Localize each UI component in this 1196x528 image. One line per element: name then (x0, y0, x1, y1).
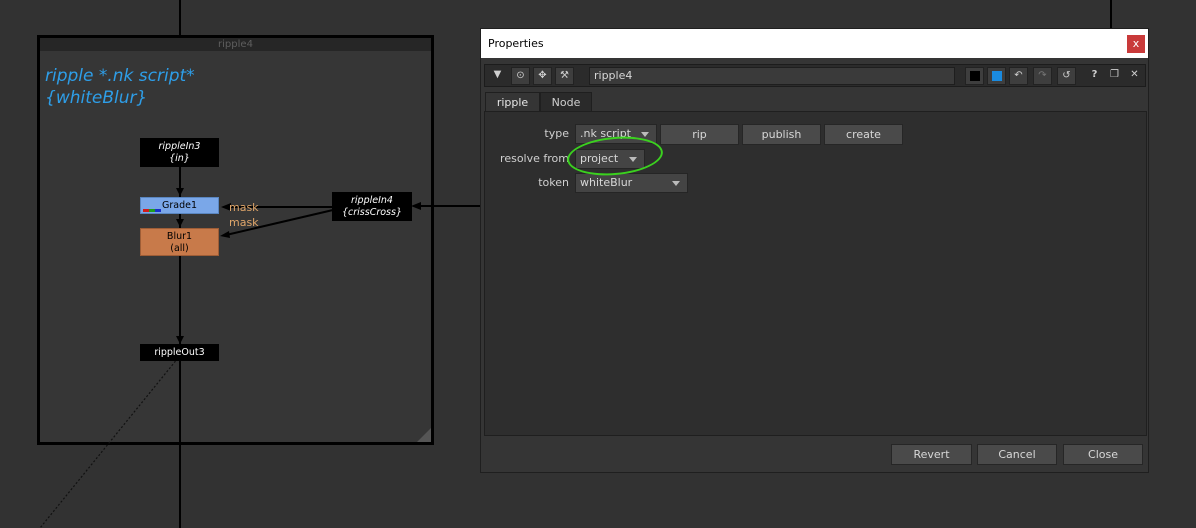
revert-button[interactable]: Revert (891, 444, 972, 465)
undo-icon[interactable]: ↶ (1009, 67, 1028, 85)
node-ripplein3[interactable]: rippleIn3 {in} (140, 138, 219, 167)
node-blur1[interactable]: Blur1 (all) (140, 228, 219, 256)
token-label: token (538, 176, 569, 189)
type-label: type (544, 127, 569, 140)
close-button[interactable]: Close (1063, 444, 1143, 465)
node-blur1-sub: (all) (170, 243, 189, 254)
dotted-link (39, 202, 480, 528)
mask-label: mask (229, 216, 259, 229)
rip-button[interactable]: rip (660, 124, 739, 145)
grade-color-swatch (155, 209, 161, 212)
publish-button[interactable]: publish (742, 124, 821, 145)
collapse-icon[interactable]: ▼ (488, 67, 507, 85)
properties-title: Properties (488, 37, 544, 50)
revert-icon[interactable]: ↺ (1057, 67, 1076, 85)
node-ripplein3-sub: {in} (169, 153, 190, 164)
float-icon[interactable]: ❐ (1105, 67, 1124, 85)
blue-swatch-icon[interactable] (987, 67, 1006, 85)
properties-toolbar: ▼ ⊙ ✥ ⚒ ripple4 ↶ ↷ ↺ ? ❐ ✕ (484, 64, 1146, 87)
node-ripplein4-name: rippleIn4 (351, 195, 393, 206)
center-icon[interactable]: ✥ (533, 67, 552, 85)
token-dropdown[interactable]: whiteBlur (575, 173, 688, 193)
redo-icon[interactable]: ↷ (1033, 67, 1052, 85)
cancel-button[interactable]: Cancel (977, 444, 1057, 465)
chevron-down-icon (641, 132, 649, 137)
viewer-icon[interactable]: ⊙ (511, 67, 530, 85)
tab-ripple[interactable]: ripple (485, 92, 540, 112)
node-ripplein4[interactable]: rippleIn4 {crissCross} (332, 192, 412, 221)
node-rippleout3-name: rippleOut3 (154, 347, 205, 358)
chevron-down-icon (672, 181, 680, 186)
black-swatch-icon[interactable] (965, 67, 984, 85)
close-panel-button[interactable]: x (1127, 35, 1145, 53)
create-button[interactable]: create (824, 124, 903, 145)
node-rippleout3[interactable]: rippleOut3 (140, 344, 219, 361)
token-value: whiteBlur (580, 176, 633, 189)
properties-panel[interactable]: Properties x ▼ ⊙ ✥ ⚒ ripple4 ↶ ↷ ↺ ? ❐ ✕… (480, 28, 1149, 473)
pipe-right-vertical (1110, 0, 1112, 28)
node-grade1[interactable]: Grade1 (140, 197, 219, 214)
node-ripplein3-name: rippleIn3 (158, 141, 201, 152)
node-ripplein4-sub: {crissCross} (341, 207, 402, 218)
node-blur1-name: Blur1 (166, 231, 193, 242)
black-swatch (969, 71, 980, 81)
node-grade1-name: Grade1 (161, 200, 197, 211)
blue-swatch (991, 71, 1002, 81)
resolve-from-label: resolve from (500, 152, 569, 165)
wrench-icon[interactable]: ⚒ (555, 67, 574, 85)
node-graph[interactable]: ripple4 ripple *.nk script* {whiteBlur} … (0, 0, 1112, 528)
tab-node[interactable]: Node (540, 92, 592, 112)
node-name-field[interactable]: ripple4 (589, 67, 955, 85)
properties-titlebar[interactable]: Properties x (481, 29, 1148, 58)
close-icon[interactable]: ✕ (1125, 67, 1144, 85)
mask-label: mask (229, 201, 259, 214)
help-icon[interactable]: ? (1085, 67, 1104, 85)
